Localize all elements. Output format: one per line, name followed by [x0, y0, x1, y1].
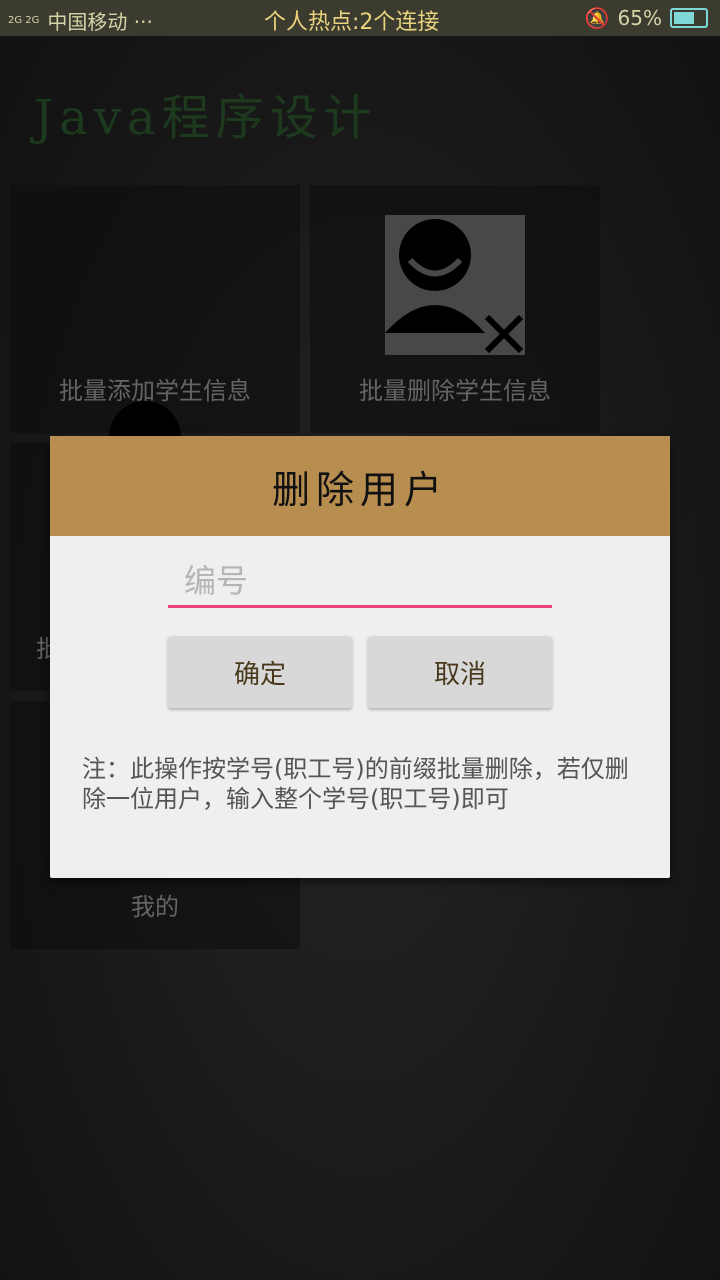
hotspot-status: 个人热点:2个连接	[264, 10, 440, 35]
dialog-title: 删除用户	[50, 436, 670, 536]
dialog-note: 注：此操作按学号(职工号)的前缀批量删除，若仅删除一位用户，输入整个学号(职工号…	[82, 755, 629, 813]
battery-fill	[674, 12, 694, 24]
bell-muted-icon: 🔕	[584, 6, 610, 30]
battery-percent: 65%	[617, 6, 662, 30]
cancel-button[interactable]: 取消	[368, 636, 552, 708]
status-bar: 2G 2G 中国移动 ··· 个人热点:2个连接 🔕 65%	[0, 0, 720, 36]
delete-user-dialog: 删除用户 确定 取消 注：此操作按学号(职工号)的前缀批量删除，若仅删除一位用户…	[50, 436, 670, 878]
id-input[interactable]	[168, 556, 552, 608]
battery-icon	[670, 8, 708, 28]
signal-icon: 2G 2G	[8, 14, 40, 26]
carrier-text: 中国移动 ···	[47, 10, 153, 34]
confirm-button[interactable]: 确定	[168, 636, 352, 708]
